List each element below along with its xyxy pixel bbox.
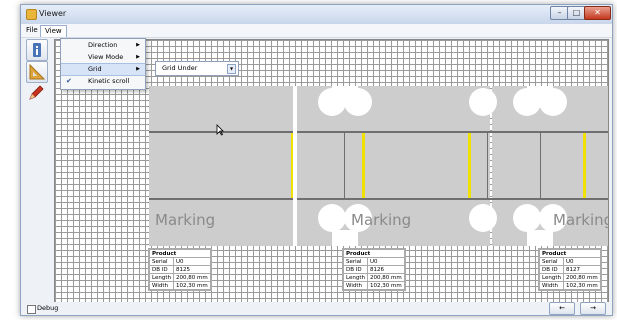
maximize-icon: □ [572, 8, 581, 17]
notch-bridge [527, 86, 553, 102]
info-tool-button[interactable] [26, 39, 48, 61]
dbid-value: 8127 [562, 265, 601, 274]
title-bar: Viewer – □ ✕ [21, 5, 612, 24]
seam-highlight [468, 133, 471, 198]
panel-notch [318, 204, 346, 232]
dbid-label: DB ID [343, 265, 368, 274]
panel-gap [293, 86, 297, 246]
serial-label: Serial [343, 257, 368, 266]
serial-value: U0 [172, 257, 211, 266]
panel-notch [469, 204, 497, 232]
marking-label: Marking [155, 211, 216, 229]
width-label: Width [539, 281, 564, 290]
serial-value: U0 [366, 257, 405, 266]
menu-item-kinetic-scroll[interactable]: ✔ Kinetic scroll [61, 76, 145, 87]
submenu-arrow-icon: ▶ [136, 66, 140, 72]
info-icon [33, 43, 41, 57]
notch-bridge [332, 86, 358, 102]
notch-bridge [332, 230, 358, 246]
check-icon: ✔ [66, 77, 72, 85]
menu-bar: File View [21, 24, 612, 38]
panel-separator [540, 133, 541, 198]
panel-separator [344, 133, 345, 198]
dbid-value: 8125 [172, 265, 211, 274]
panel-notch [469, 88, 497, 116]
notch-bridge [527, 230, 553, 246]
grid-mode-value: Grid Under [162, 64, 198, 72]
product-title: Product [149, 249, 211, 258]
grid-mode-select[interactable]: Grid Under ▼ [155, 61, 239, 76]
panel-notch [513, 204, 541, 232]
width-value: 102,30 mm [366, 281, 405, 290]
length-label: Length [539, 273, 564, 282]
serial-value: U0 [562, 257, 601, 266]
width-value: 102,30 mm [172, 281, 211, 290]
submenu-arrow-icon: ▶ [136, 54, 140, 60]
status-bar: Debug ← → [21, 302, 612, 315]
mouse-cursor-icon [216, 124, 224, 136]
length-label: Length [343, 273, 368, 282]
serial-label: Serial [149, 257, 174, 266]
menu-item-direction[interactable]: Direction ▶ [61, 40, 145, 51]
ruler-icon [29, 63, 46, 80]
next-button[interactable]: → [580, 302, 606, 315]
menu-item-label: Direction [88, 41, 118, 49]
menu-item-view-mode[interactable]: View Mode ▶ [61, 52, 145, 63]
width-label: Width [343, 281, 368, 290]
width-label: Width [149, 281, 174, 290]
pencil-icon [29, 85, 44, 100]
dbid-value: 8126 [366, 265, 405, 274]
panel-line-bottom [149, 198, 608, 200]
menu-item-label: Kinetic scroll [88, 77, 130, 85]
seam-highlight [583, 133, 586, 198]
debug-checkbox[interactable] [27, 305, 36, 314]
menu-item-label: View Mode [88, 53, 124, 61]
product-info-table: Product Serial U0 DB ID 8127 Length 200,80 … [538, 248, 602, 291]
length-value: 200,80 mm [562, 273, 601, 282]
app-icon [26, 9, 37, 20]
view-menu-dropdown: Direction ▶ View Mode ▶ Grid ▶ ✔ Kinetic… [60, 38, 146, 90]
menu-file[interactable]: File [22, 25, 42, 36]
product-info-table: Product Serial U0 DB ID 8126 Length 200,80 … [342, 248, 406, 291]
debug-label: Debug [37, 304, 59, 312]
dbid-label: DB ID [539, 265, 564, 274]
pencil-tool-button[interactable] [26, 83, 46, 103]
chevron-down-icon[interactable]: ▼ [227, 64, 236, 74]
minimize-icon: – [557, 8, 562, 17]
dbid-label: DB ID [149, 265, 174, 274]
product-title: Product [539, 249, 601, 258]
ruler-tool-button[interactable] [26, 61, 48, 83]
length-value: 200,80 mm [172, 273, 211, 282]
previous-button[interactable]: ← [549, 302, 575, 315]
width-value: 102,30 mm [562, 281, 601, 290]
menu-view[interactable]: View [40, 25, 67, 37]
marking-label: Marking [553, 211, 609, 229]
serial-label: Serial [539, 257, 564, 266]
window-title: Viewer [39, 9, 67, 18]
menu-item-grid[interactable]: Grid ▶ [61, 63, 145, 76]
side-toolbar [26, 39, 48, 129]
length-value: 200,80 mm [366, 273, 405, 282]
menu-item-label: Grid [88, 65, 102, 73]
seam-highlight [362, 133, 365, 198]
panel-separator [487, 133, 488, 198]
close-button[interactable]: ✕ [584, 6, 611, 20]
close-icon: ✕ [594, 8, 601, 17]
submenu-arrow-icon: ▶ [136, 42, 140, 48]
product-info-table: Product Serial U0 DB ID 8125 Length 200,80 … [148, 248, 212, 291]
viewer-window: Viewer – □ ✕ File View Marking Marking M… [20, 4, 613, 316]
product-title: Product [343, 249, 405, 258]
length-label: Length [149, 273, 174, 282]
marking-label: Marking [351, 211, 412, 229]
